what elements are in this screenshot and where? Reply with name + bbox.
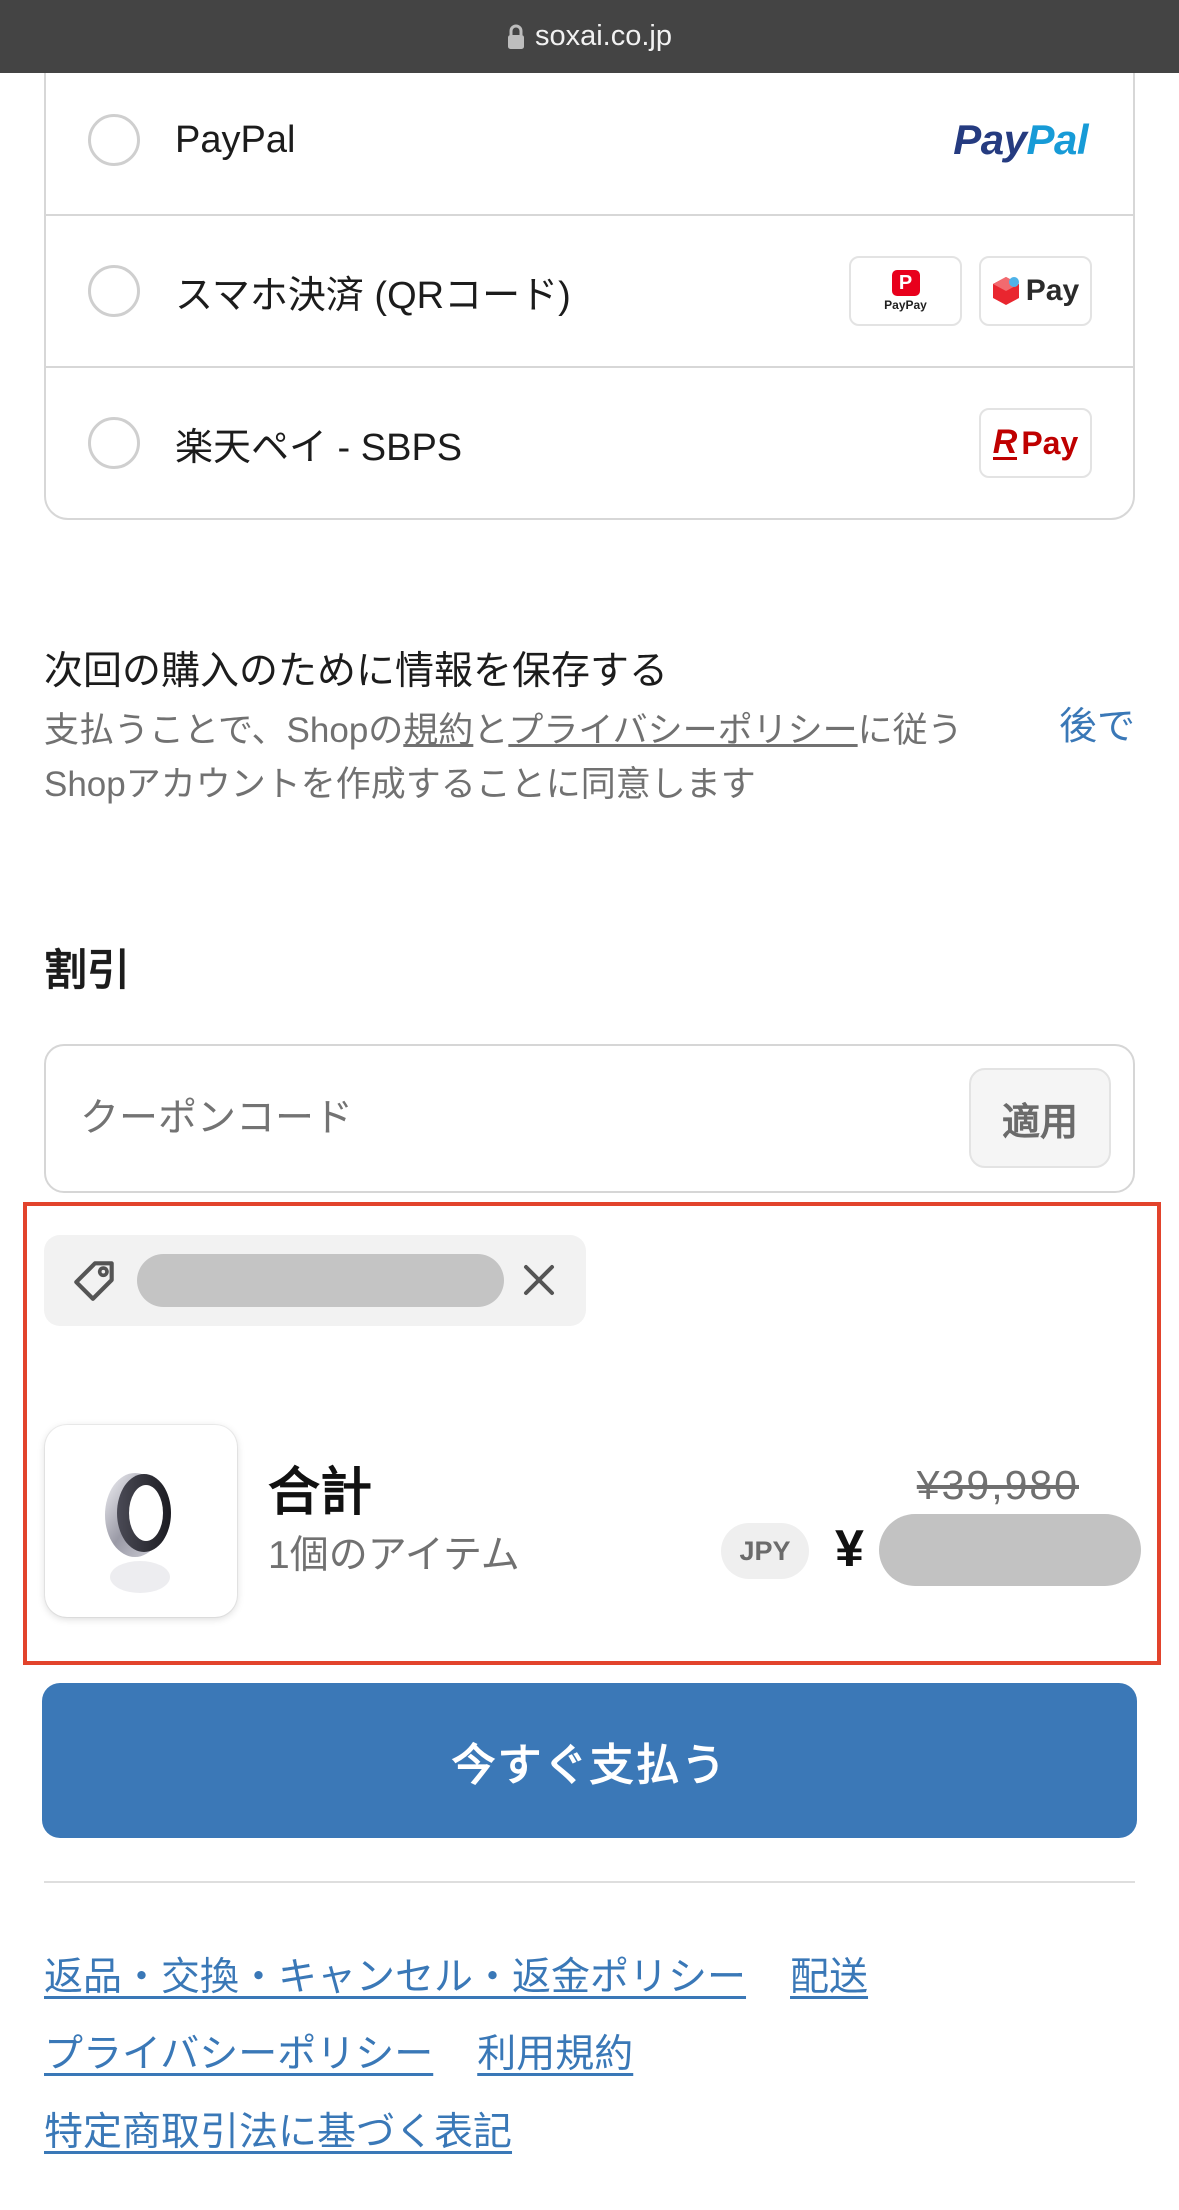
tag-icon bbox=[74, 1261, 114, 1301]
save-info-description: 支払うことで、Shopの規約とプライバシーポリシーに従う Shopアカウントを作… bbox=[44, 704, 963, 812]
radio-paypal[interactable] bbox=[88, 114, 140, 166]
rakuten-pay-logo: R Pay bbox=[979, 408, 1092, 478]
merpay-logo: Pay bbox=[979, 256, 1092, 326]
payment-option-qr[interactable]: スマホ決済 (QRコード) P PayPay Pay bbox=[46, 216, 1133, 368]
url-text: soxai.co.jp bbox=[534, 20, 672, 52]
lock-icon bbox=[507, 24, 524, 49]
item-count: 1個のアイテム bbox=[268, 1534, 520, 1577]
privacy-policy-footer-link[interactable]: プライバシーポリシー bbox=[44, 2030, 433, 2080]
radio-qr[interactable] bbox=[88, 265, 140, 317]
footer-links-row-3: 特定商取引法に基づく表記 bbox=[44, 2108, 512, 2158]
legal-notice-link[interactable]: 特定商取引法に基づく表記 bbox=[44, 2108, 512, 2158]
terms-link[interactable]: 規約 bbox=[403, 711, 473, 750]
original-price: ¥39,980 bbox=[916, 1462, 1079, 1508]
ring-product-image bbox=[105, 1473, 171, 1593]
close-icon[interactable] bbox=[521, 1262, 557, 1298]
later-button[interactable]: 後で bbox=[1059, 702, 1135, 752]
radio-rakuten[interactable] bbox=[88, 417, 140, 469]
payment-methods-list: PayPal PayPal スマホ決済 (QRコード) P PayPay Pay bbox=[44, 0, 1135, 520]
payment-label-rakuten: 楽天ペイ - SBPS bbox=[175, 426, 463, 469]
refund-policy-link[interactable]: 返品・交換・キャンセル・返金ポリシー bbox=[44, 1953, 746, 2003]
shipping-link[interactable]: 配送 bbox=[790, 1953, 868, 2003]
privacy-policy-link[interactable]: プライバシーポリシー bbox=[508, 711, 857, 750]
terms-of-service-link[interactable]: 利用規約 bbox=[477, 2030, 633, 2080]
redacted-discount-code bbox=[137, 1254, 504, 1307]
footer-links-row-1: 返品・交換・キャンセル・返金ポリシー 配送 bbox=[44, 1953, 868, 2003]
redacted-total-price bbox=[879, 1514, 1141, 1586]
save-info-text: と bbox=[473, 711, 509, 750]
browser-url-bar[interactable]: soxai.co.jp bbox=[0, 0, 1179, 73]
paypay-logo: P PayPay bbox=[849, 256, 962, 326]
save-info-text: 支払うことで、Shopの bbox=[44, 711, 404, 750]
save-info-title: 次回の購入のために情報を保存する bbox=[44, 650, 669, 693]
pay-now-button[interactable]: 今すぐ支払う bbox=[42, 1683, 1137, 1838]
payment-label-paypal: PayPal bbox=[175, 118, 296, 161]
save-info-text-line2: Shopアカウントを作成することに同意します bbox=[44, 765, 756, 804]
applied-discount-tag bbox=[44, 1235, 586, 1326]
discount-heading: 割引 bbox=[44, 947, 130, 995]
currency-badge: JPY bbox=[721, 1523, 809, 1579]
save-info-text: に従う bbox=[857, 711, 963, 750]
coupon-field: 適用 bbox=[44, 1044, 1135, 1193]
merpay-cube-icon bbox=[992, 277, 1019, 305]
payment-option-paypal[interactable]: PayPal PayPal bbox=[46, 66, 1133, 216]
total-label: 合計 bbox=[268, 1464, 373, 1522]
apply-coupon-button[interactable]: 適用 bbox=[969, 1068, 1111, 1168]
product-image bbox=[45, 1425, 237, 1617]
payment-option-rakuten[interactable]: 楽天ペイ - SBPS R Pay bbox=[46, 368, 1133, 518]
divider bbox=[44, 1881, 1135, 1883]
footer-links-row-2: プライバシーポリシー 利用規約 bbox=[44, 2030, 633, 2080]
paypal-logo: PayPal bbox=[953, 116, 1088, 163]
payment-label-qr: スマホ決済 (QRコード) bbox=[175, 274, 571, 317]
currency-symbol: ¥ bbox=[835, 1520, 864, 1578]
